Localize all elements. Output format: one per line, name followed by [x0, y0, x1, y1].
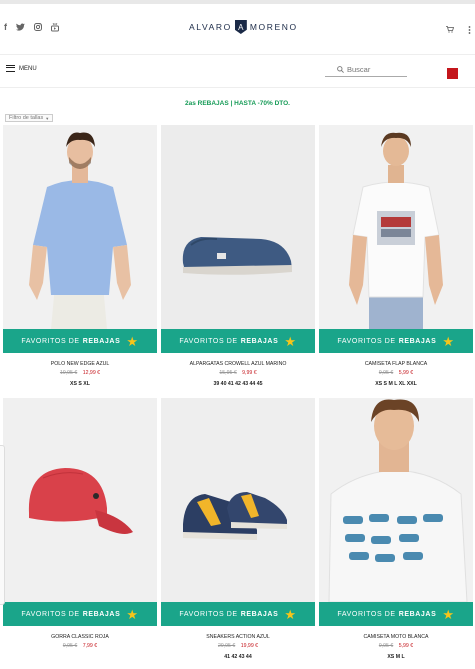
- logo-text-left: ALVARO: [189, 22, 232, 32]
- star-icon: ★: [126, 606, 139, 622]
- product-prices: 29,95 € 19,99 €: [161, 643, 315, 649]
- search-input[interactable]: [347, 65, 407, 74]
- social-links: f: [4, 22, 59, 32]
- product-sizes: 41 42 43 44: [224, 654, 252, 660]
- banner-bold-text: REBAJAS: [398, 610, 437, 618]
- promo-text: 2as REBAJAS | HASTA -70% DTO.: [184, 99, 290, 107]
- brand-logo[interactable]: ALVARO A MORENO: [189, 20, 298, 34]
- banner-bold-text: REBAJAS: [398, 337, 437, 345]
- product-prices: 15,95 € 9,99 €: [161, 370, 315, 376]
- cart-icon[interactable]: [446, 26, 454, 34]
- product-prices: 9,95 € 5,99 €: [319, 370, 473, 376]
- favoritos-rebajas-banner: FAVORITOS DE REBAJAS ★: [319, 602, 473, 626]
- hamburger-icon: [6, 65, 15, 72]
- menu-bar: MENU: [0, 54, 475, 88]
- old-price: 9,95 €: [378, 643, 394, 649]
- banner-bold-text: REBAJAS: [240, 610, 279, 618]
- product-image[interactable]: [3, 398, 157, 602]
- star-icon: ★: [284, 333, 297, 349]
- product-image[interactable]: [161, 398, 315, 602]
- product-image[interactable]: [319, 125, 473, 329]
- star-icon: ★: [442, 333, 455, 349]
- favoritos-rebajas-banner: FAVORITOS DE REBAJAS ★: [3, 329, 157, 353]
- sale-price: 5,99 €: [398, 643, 414, 649]
- facebook-icon[interactable]: f: [4, 22, 7, 32]
- favoritos-rebajas-banner: FAVORITOS DE REBAJAS ★: [3, 602, 157, 626]
- old-price: 29,95 €: [217, 643, 236, 649]
- favoritos-rebajas-banner: FAVORITOS DE REBAJAS ★: [161, 329, 315, 353]
- product-image[interactable]: [319, 398, 473, 602]
- banner-text: FAVORITOS DE: [179, 337, 238, 345]
- logo-emblem: A: [234, 20, 247, 34]
- banner-text: FAVORITOS DE: [179, 610, 238, 618]
- product-prices: 19,95 € 12,99 €: [3, 370, 157, 376]
- product-prices: 9,95 € 7,99 €: [3, 643, 157, 649]
- sale-price: 5,99 €: [398, 370, 414, 376]
- star-icon: ★: [126, 333, 139, 349]
- product-name[interactable]: ALPARGATAS CROWELL AZUL MARINO: [161, 361, 315, 367]
- header-actions: [446, 26, 471, 34]
- favoritos-rebajas-banner: FAVORITOS DE REBAJAS ★: [161, 602, 315, 626]
- product-name[interactable]: CAMISETA MOTO BLANCA: [319, 634, 473, 640]
- side-drawer-handle[interactable]: [0, 445, 5, 605]
- sale-price: 9,99 €: [242, 370, 257, 376]
- product-image[interactable]: [161, 125, 315, 329]
- search-icon[interactable]: [337, 66, 344, 73]
- instagram-icon[interactable]: [34, 23, 42, 31]
- product-image[interactable]: [3, 125, 157, 329]
- promo-banner[interactable]: 2as REBAJAS | HASTA -70% DTO.: [0, 88, 475, 118]
- product-prices: 9,95 € 5,99 €: [319, 643, 473, 649]
- banner-text: FAVORITOS DE: [21, 610, 80, 618]
- banner-bold-text: REBAJAS: [82, 337, 121, 345]
- size-filter-label: Filtro de tallas: [9, 115, 44, 121]
- sale-price: 12,99 €: [82, 370, 101, 376]
- sale-price: 19,99 €: [240, 643, 259, 649]
- old-price: 19,95 €: [59, 370, 78, 376]
- product-sizes: XS M L: [387, 654, 405, 660]
- sale-price: 7,99 €: [82, 643, 98, 649]
- banner-bold-text: REBAJAS: [240, 337, 279, 345]
- product-name[interactable]: CAMISETA FLAP BLANCA: [319, 361, 473, 367]
- favoritos-rebajas-banner: FAVORITOS DE REBAJAS ★: [319, 329, 473, 353]
- size-filter-select[interactable]: Filtro de tallas ▼: [5, 114, 54, 122]
- banner-text: FAVORITOS DE: [337, 337, 396, 345]
- chevron-down-icon: ▼: [45, 115, 50, 121]
- old-price: 9,95 €: [62, 643, 78, 649]
- product-sizes: XS S XL: [70, 381, 90, 387]
- product-sizes: XS S M L XL XXL: [375, 381, 417, 387]
- product-name[interactable]: SNEAKERS ACTION AZUL: [161, 634, 315, 640]
- youtube-icon[interactable]: [51, 22, 59, 32]
- language-flag-icon[interactable]: [447, 68, 458, 79]
- banner-bold-text: REBAJAS: [82, 610, 121, 618]
- star-icon: ★: [284, 606, 297, 622]
- header: f ALVARO A MORENO: [0, 4, 475, 54]
- menu-button[interactable]: MENU: [6, 65, 37, 72]
- search-box[interactable]: [325, 63, 407, 77]
- old-price: 15,95 €: [219, 370, 237, 376]
- twitter-icon[interactable]: [16, 23, 25, 31]
- product-name[interactable]: POLO NEW EDGE AZUL: [3, 361, 157, 367]
- banner-text: FAVORITOS DE: [337, 610, 396, 618]
- star-icon: ★: [442, 606, 455, 622]
- menu-label: MENU: [19, 65, 37, 72]
- logo-text-right: MORENO: [249, 22, 298, 32]
- product-sizes: 39 40 41 42 43 44 45: [213, 381, 263, 387]
- more-vertical-icon[interactable]: [468, 26, 471, 34]
- banner-text: FAVORITOS DE: [21, 337, 80, 345]
- old-price: 9,95 €: [378, 370, 394, 376]
- product-name[interactable]: GORRA CLASSIC ROJA: [3, 634, 157, 640]
